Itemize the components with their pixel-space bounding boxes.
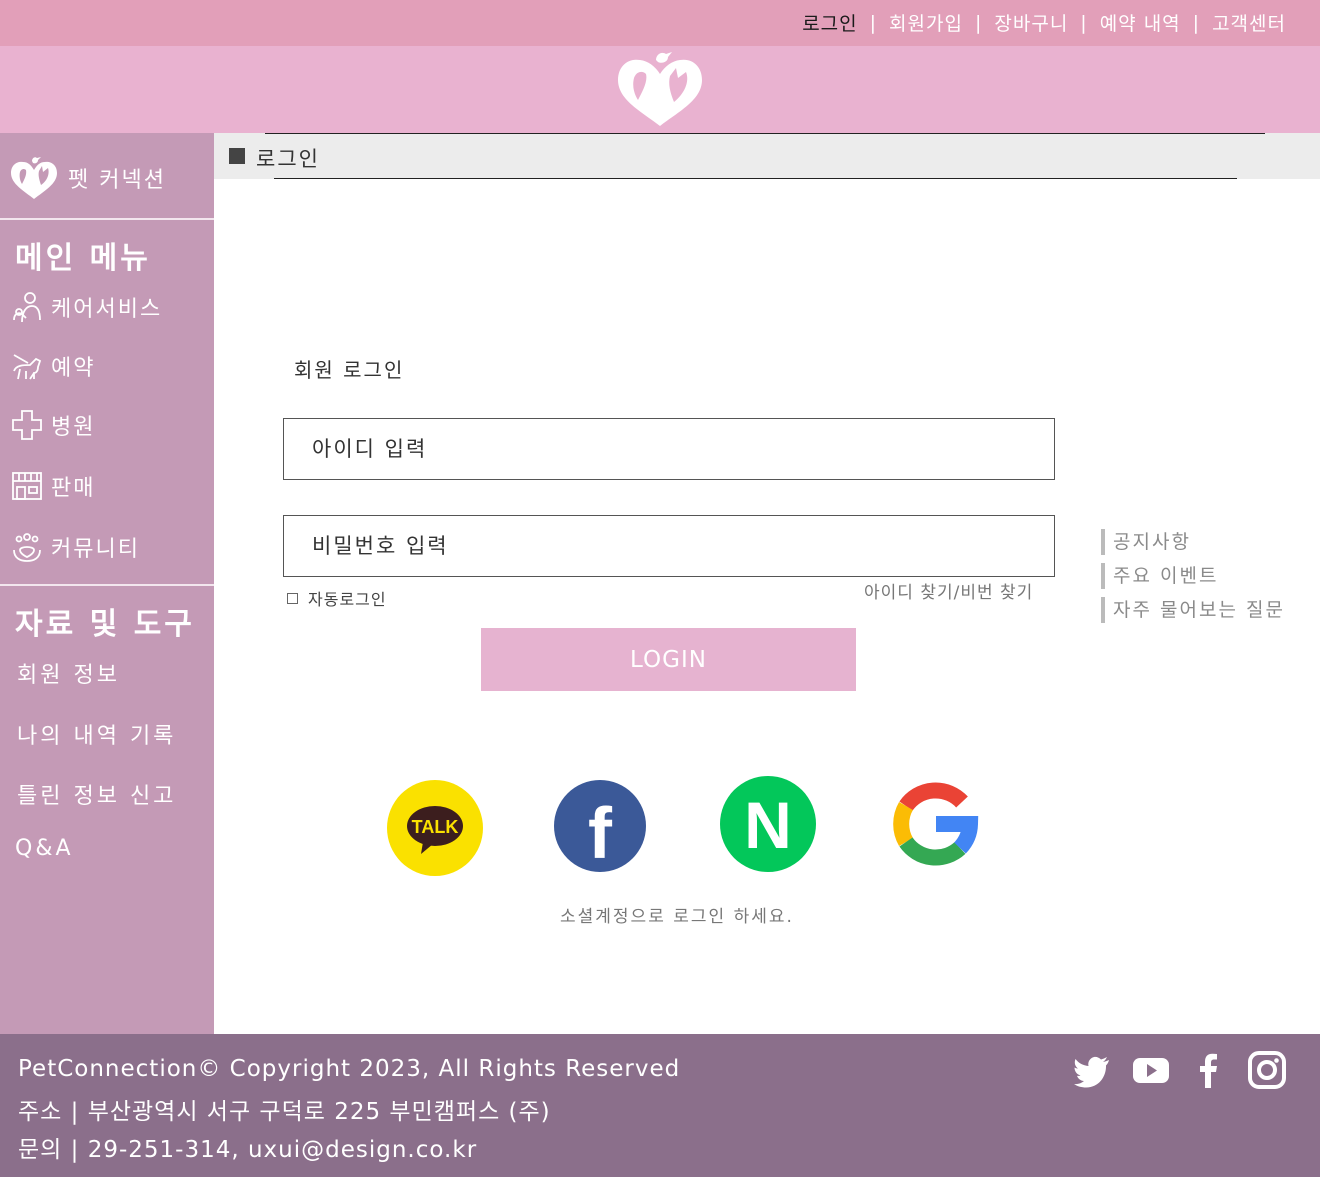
pet-connection-logo-icon[interactable]: [612, 48, 708, 130]
sidebar-item-reservation[interactable]: 예약: [10, 349, 95, 383]
header-band: [0, 46, 1320, 133]
sidebar-item-report-error[interactable]: 틀린 정보 신고: [17, 778, 176, 810]
tools-menu-title: 자료 및 도구: [15, 607, 195, 642]
events-link[interactable]: 주요 이벤트: [1101, 563, 1285, 589]
naver-label: N: [744, 788, 792, 862]
sidebar-item-shop[interactable]: 판매: [10, 469, 95, 503]
breadcrumb: 로그인: [214, 133, 1320, 179]
checkbox-box[interactable]: [287, 592, 298, 604]
top-nav: 로그인 | 회원가입 | 장바구니 | 예약 내역 | 고객센터: [802, 9, 1286, 36]
youtube-icon[interactable]: [1132, 1051, 1170, 1089]
sidebar-item-care-service[interactable]: 케어서비스: [10, 290, 162, 324]
sidebar: 펫 커넥션 메인 메뉴 케어서비스 예약 병원 판매 커뮤니티 자료 및 도구 …: [0, 133, 214, 1034]
top-nav-cart[interactable]: 장바구니: [994, 9, 1068, 36]
main-menu-title: 메인 메뉴: [15, 241, 151, 276]
auto-login-label: 자동로그인: [308, 590, 387, 609]
top-nav-separator: |: [869, 11, 878, 34]
sidebar-item-member-info[interactable]: 회원 정보: [17, 657, 120, 689]
sidebar-item-community[interactable]: 커뮤니티: [10, 530, 140, 564]
sidebar-divider: [0, 218, 214, 220]
top-utility-bar: 로그인 | 회원가입 | 장바구니 | 예약 내역 | 고객센터: [0, 0, 1320, 46]
login-button[interactable]: LOGIN: [481, 628, 856, 691]
medical-cross-icon: [12, 410, 42, 440]
social-login-note: 소셜계정으로 로그인 하세요.: [560, 907, 794, 927]
caregiver-icon: [13, 292, 41, 323]
sidebar-item-label: 예약: [51, 356, 96, 381]
instagram-icon[interactable]: [1248, 1051, 1286, 1089]
top-nav-separator: |: [1192, 11, 1201, 34]
sidebar-divider: [0, 584, 214, 586]
store-icon: [12, 472, 42, 500]
sidebar-brand-name: 펫 커넥션: [68, 168, 166, 193]
auto-login-checkbox[interactable]: 자동로그인: [287, 586, 387, 610]
footer-contact: 문의 | 29-251-314, uxui@design.co.kr: [18, 1137, 478, 1163]
community-icon: [13, 533, 41, 562]
google-login-button[interactable]: G: [886, 776, 982, 872]
user-id-input[interactable]: [283, 418, 1055, 480]
dog-walk-icon: [13, 354, 42, 380]
password-input[interactable]: [283, 515, 1055, 577]
kakao-login-button[interactable]: TALK: [387, 780, 483, 876]
top-nav-customer-center[interactable]: 고객센터: [1212, 9, 1286, 36]
breadcrumb-bottom-rule: [274, 178, 1237, 179]
footer-address: 주소 | 부산광역시 서구 구덕로 225 부민캠퍼스 (주): [18, 1099, 551, 1125]
breadcrumb-label: 로그인: [256, 147, 320, 171]
top-nav-separator: |: [974, 11, 983, 34]
facebook-icon[interactable]: [1190, 1051, 1228, 1089]
facebook-label: f: [588, 794, 613, 874]
footer-copyright: PetConnection© Copyright 2023, All Right…: [18, 1056, 681, 1082]
sidebar-item-my-history[interactable]: 나의 내역 기록: [17, 718, 176, 750]
top-nav-reservations[interactable]: 예약 내역: [1100, 9, 1181, 36]
login-title: 회원 로그인: [294, 358, 405, 382]
square-bullet-icon: [229, 148, 245, 164]
footer: PetConnection© Copyright 2023, All Right…: [0, 1034, 1320, 1177]
top-nav-separator: |: [1080, 11, 1088, 34]
notice-link[interactable]: 공지사항: [1101, 529, 1285, 555]
top-nav-login[interactable]: 로그인: [802, 9, 857, 36]
facebook-login-button[interactable]: f: [552, 778, 648, 874]
top-nav-signup[interactable]: 회원가입: [889, 9, 963, 36]
sidebar-item-qna[interactable]: Q&A: [15, 836, 74, 861]
side-links: 공지사항 주요 이벤트 자주 물어보는 질문: [1101, 529, 1285, 631]
sidebar-item-hospital[interactable]: 병원: [10, 408, 95, 442]
sidebar-brand[interactable]: 펫 커넥션: [8, 153, 166, 203]
naver-login-button[interactable]: N: [720, 776, 816, 872]
sidebar-item-label: 병원: [51, 415, 96, 440]
google-icon: [893, 782, 979, 866]
find-id-password-link[interactable]: 아이디 찾기/비번 찾기: [864, 578, 1033, 603]
google-label: G: [886, 776, 887, 777]
twitter-icon[interactable]: [1074, 1051, 1112, 1089]
sidebar-item-label: 케어서비스: [51, 297, 163, 322]
faq-link[interactable]: 자주 물어보는 질문: [1101, 597, 1285, 623]
kakao-label: TALK: [412, 817, 459, 837]
footer-social-icons: [1054, 1051, 1286, 1089]
pet-connection-logo-icon: [11, 157, 57, 199]
sidebar-item-label: 커뮤니티: [51, 537, 140, 562]
breadcrumb-top-rule: [265, 133, 1265, 134]
sidebar-item-label: 판매: [51, 476, 96, 501]
